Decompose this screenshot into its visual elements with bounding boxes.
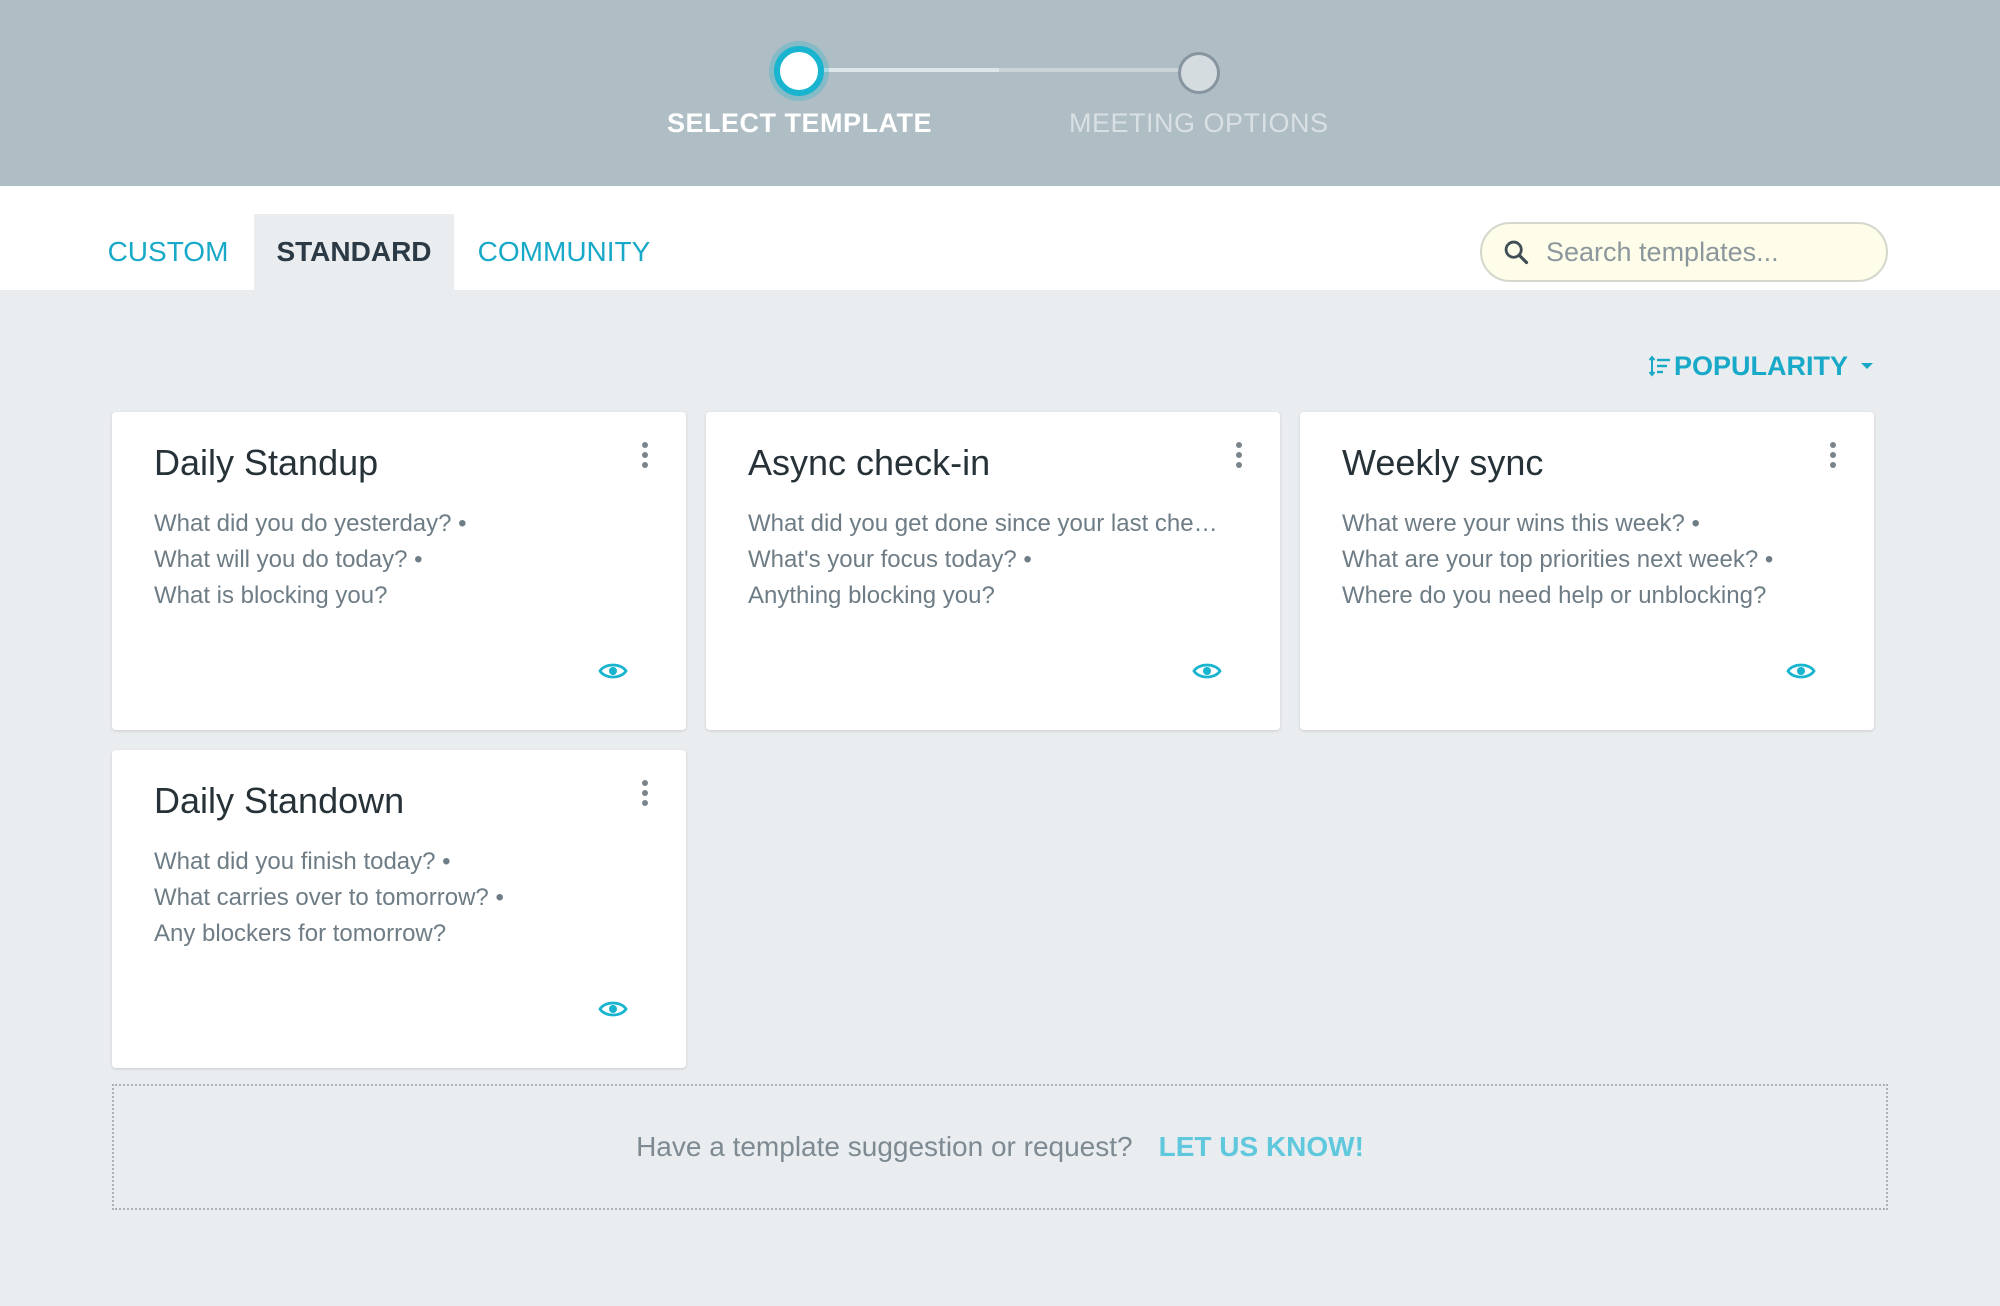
suggestion-text: Have a template suggestion or request? xyxy=(636,1131,1133,1162)
template-prompt: What carries over to tomorrow? • xyxy=(154,884,504,911)
step-indicator-select-template[interactable] xyxy=(774,46,824,96)
template-prompts: What did you get done since your last ch… xyxy=(748,506,1248,614)
template-prompts: What did you finish today? • What carrie… xyxy=(154,844,654,952)
search-input[interactable] xyxy=(1546,236,1866,268)
template-card[interactable]: Daily Standown What did you finish today… xyxy=(112,750,686,1068)
chevron-down-icon xyxy=(1861,363,1874,369)
sort-popularity-button[interactable]: POPULARITY xyxy=(1648,346,1874,386)
tab-standard[interactable]: STANDARD xyxy=(254,214,454,290)
template-prompt: What were your wins this week? • xyxy=(1342,510,1700,537)
template-suggestion-banner: Have a template suggestion or request? L… xyxy=(112,1084,1888,1210)
eye-icon[interactable] xyxy=(598,998,628,1020)
eye-icon[interactable] xyxy=(1192,660,1222,682)
template-prompt: What is blocking you? xyxy=(154,582,388,609)
template-prompt: What are your top priorities next week? … xyxy=(1342,546,1774,573)
template-card[interactable]: Daily Standup What did you do yesterday?… xyxy=(112,412,686,730)
step-label-meeting-options: MEETING OPTIONS xyxy=(1069,108,1329,138)
step-indicator-meeting-options[interactable] xyxy=(1178,52,1220,94)
search-icon xyxy=(1504,240,1529,265)
let-us-know-link[interactable]: LET US KNOW! xyxy=(1159,1131,1364,1163)
template-prompt: What will you do today? • xyxy=(154,546,423,573)
more-vert-icon[interactable] xyxy=(1228,440,1250,470)
sort-icon xyxy=(1648,355,1670,377)
tab-custom[interactable]: CUSTOM xyxy=(92,214,244,290)
step-label-select-template: SELECT TEMPLATE xyxy=(667,108,933,138)
more-vert-icon[interactable] xyxy=(634,778,656,808)
more-vert-icon[interactable] xyxy=(634,440,656,470)
template-title: Daily Standup xyxy=(154,442,379,483)
template-prompt: Anything blocking you? xyxy=(748,582,995,609)
template-prompt: Any blockers for tomorrow? xyxy=(154,920,447,947)
eye-icon[interactable] xyxy=(598,660,628,682)
more-vert-icon[interactable] xyxy=(1822,440,1844,470)
template-prompts: What did you do yesterday? • What will y… xyxy=(154,506,654,614)
template-title: Async check-in xyxy=(748,442,991,483)
tab-community[interactable]: COMMUNITY xyxy=(464,214,664,290)
eye-icon[interactable] xyxy=(1786,660,1816,682)
template-prompt: Where do you need help or unblocking? xyxy=(1342,582,1767,609)
stepper-header: SELECT TEMPLATE MEETING OPTIONS xyxy=(0,0,2000,186)
template-title: Daily Standown xyxy=(154,780,405,821)
template-prompts: What were your wins this week? • What ar… xyxy=(1342,506,1842,614)
step-connector-progress xyxy=(799,68,999,72)
template-prompt: What's your focus today? • xyxy=(748,546,1032,573)
template-card[interactable]: Weekly sync What were your wins this wee… xyxy=(1300,412,1874,730)
template-prompt: What did you do yesterday? • xyxy=(154,510,467,537)
sort-label: POPULARITY xyxy=(1674,350,1849,381)
template-prompt: What did you get done since your last ch… xyxy=(748,510,1218,537)
template-prompt: What did you finish today? • xyxy=(154,848,451,875)
template-title: Weekly sync xyxy=(1342,442,1544,483)
template-card[interactable]: Async check-in What did you get done sin… xyxy=(706,412,1280,730)
search-box[interactable] xyxy=(1480,222,1888,282)
